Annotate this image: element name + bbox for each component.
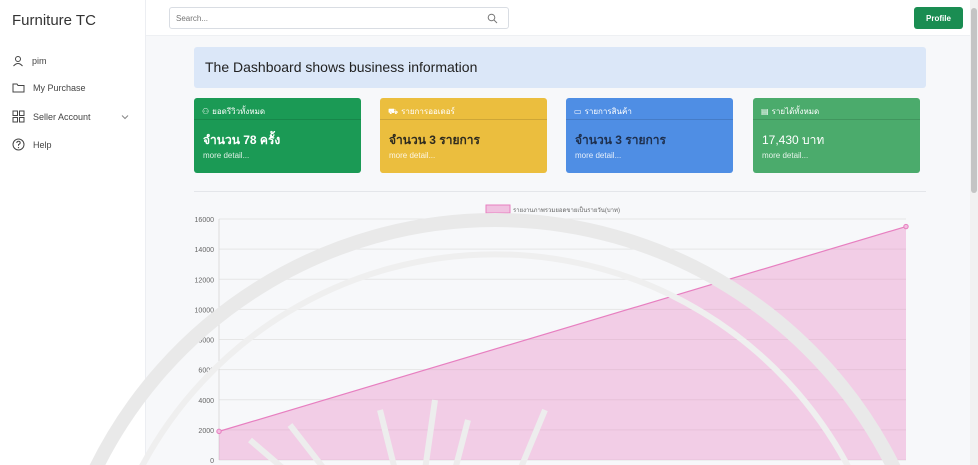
more-detail-link[interactable]: more detail... bbox=[575, 151, 621, 160]
card-total-income: ▤ รายได้ทั้งหมด 17,430 บาท more detail... bbox=[753, 98, 920, 173]
series-area bbox=[219, 226, 906, 460]
y-tick-label: 12000 bbox=[195, 277, 215, 284]
page-heading-box: The Dashboard shows business information bbox=[194, 47, 926, 88]
legend-label: รายงานภาพรวมยอดขายเป็นรายวัน(บาท) bbox=[513, 205, 620, 214]
sidebar-item-my-purchase[interactable]: My Purchase bbox=[12, 82, 137, 93]
y-tick-label: 0 bbox=[210, 458, 214, 465]
card-title: รายการออเดอร์ bbox=[401, 107, 455, 116]
sidebar-item-user[interactable]: pim bbox=[12, 55, 137, 67]
y-tick-label: 16000 bbox=[195, 217, 215, 224]
sales-chart: 0 2000 4000 6000 8000 10000 12000 14000 16000 ราย… bbox=[146, 197, 970, 465]
card-value: จำนวน 78 ครั้ง bbox=[203, 133, 281, 147]
card-value: จำนวน 3 รายการ bbox=[575, 133, 666, 147]
sidebar-item-help[interactable]: Help bbox=[12, 138, 137, 151]
cart-icon: ⛟ bbox=[388, 106, 399, 116]
sidebar-item-label: pim bbox=[32, 56, 47, 66]
search-input[interactable] bbox=[170, 8, 460, 29]
brand-title: Furniture TC bbox=[12, 12, 96, 29]
monitor-icon: ▭ bbox=[574, 107, 582, 116]
sidebar-item-label: Seller Account bbox=[33, 111, 91, 122]
scrollbar-thumb[interactable] bbox=[971, 8, 977, 193]
folder-icon bbox=[12, 83, 25, 93]
y-tick-label: 2000 bbox=[198, 428, 214, 435]
card-orders: ⛟ รายการออเดอร์ จำนวน 3 รายการ more detai… bbox=[380, 98, 547, 173]
y-tick-label: 10000 bbox=[195, 307, 215, 314]
y-tick-label: 14000 bbox=[195, 247, 215, 254]
card-total-reviews: ⚇ ยอดรีวิวทั้งหมด จำนวน 78 ครั้ง more det… bbox=[194, 98, 361, 173]
wallet-icon: ▤ bbox=[761, 107, 769, 116]
page-title: The Dashboard shows business information bbox=[205, 59, 478, 75]
more-detail-link[interactable]: more detail... bbox=[203, 151, 249, 160]
card-value: 17,430 บาท bbox=[762, 133, 825, 147]
page-scrollbar[interactable] bbox=[970, 0, 978, 465]
profile-button[interactable]: Profile bbox=[914, 7, 963, 29]
more-detail-link[interactable]: more detail... bbox=[762, 151, 808, 160]
sidebar-item-seller-account[interactable]: Seller Account bbox=[12, 110, 137, 123]
user-icon bbox=[13, 56, 23, 67]
top-bar: Profile bbox=[146, 0, 978, 36]
help-icon bbox=[12, 138, 25, 151]
users-icon: ⚇ bbox=[202, 107, 210, 116]
y-tick-label: 8000 bbox=[198, 338, 214, 345]
sidebar-item-label: Help bbox=[33, 139, 52, 150]
card-header: ▭ รายการสินค้า bbox=[566, 98, 733, 120]
card-header: ⛟ รายการออเดอร์ bbox=[380, 98, 547, 120]
search-icon[interactable] bbox=[487, 13, 498, 24]
divider bbox=[194, 191, 926, 192]
card-header: ▤ รายได้ทั้งหมด bbox=[753, 98, 920, 120]
data-point bbox=[903, 223, 909, 230]
sidebar-item-label: My Purchase bbox=[33, 82, 86, 93]
card-title: รายการสินค้า bbox=[584, 107, 632, 116]
grid-icon bbox=[12, 110, 25, 123]
sidebar: Furniture TC pim My Purchase Seller Acco… bbox=[0, 0, 146, 465]
search-box bbox=[169, 7, 509, 29]
card-title: รายได้ทั้งหมด bbox=[771, 107, 820, 116]
card-header: ⚇ ยอดรีวิวทั้งหมด bbox=[194, 98, 361, 120]
card-products: ▭ รายการสินค้า จำนวน 3 รายการ more detail… bbox=[566, 98, 733, 173]
sales-chart-svg: 0 2000 4000 6000 8000 10000 12000 14000 16000 ราย… bbox=[195, 204, 909, 465]
card-value: จำนวน 3 รายการ bbox=[389, 133, 480, 147]
data-point bbox=[216, 428, 222, 435]
y-tick-label: 4000 bbox=[198, 398, 214, 405]
more-detail-link[interactable]: more detail... bbox=[389, 151, 435, 160]
legend-swatch bbox=[485, 204, 511, 214]
y-tick-label: 6000 bbox=[198, 368, 214, 375]
chevron-down-icon[interactable] bbox=[121, 114, 129, 120]
card-title: ยอดรีวิวทั้งหมด bbox=[212, 107, 266, 116]
